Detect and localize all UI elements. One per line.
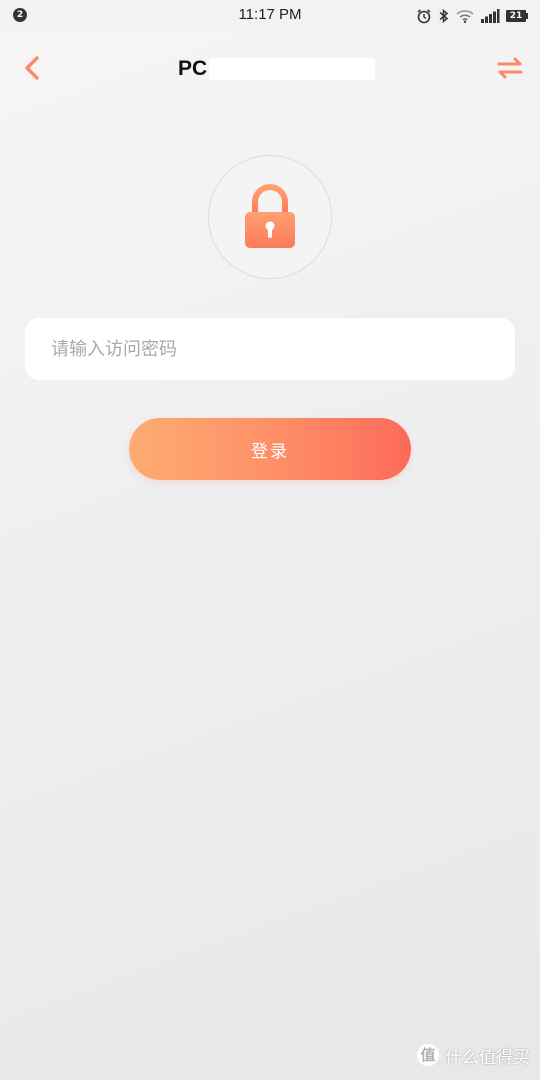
switch-button[interactable] xyxy=(490,50,530,86)
password-input[interactable] xyxy=(25,318,515,380)
alarm-icon xyxy=(417,9,431,24)
bluetooth-icon xyxy=(439,8,449,24)
page-title: PC xyxy=(178,57,208,80)
swap-arrows-icon xyxy=(497,57,523,79)
signal-icon xyxy=(481,9,500,23)
wifi-icon xyxy=(456,10,474,23)
chevron-left-icon xyxy=(25,56,39,80)
lock-icon xyxy=(245,184,295,248)
watermark: 值 什么值得买 xyxy=(417,1042,530,1068)
page-title-wrap: PC xyxy=(178,56,376,82)
watermark-logo: 值 xyxy=(417,1044,439,1066)
status-bar: 2 11:17 PM 21 xyxy=(0,0,540,32)
status-icons: 21 xyxy=(416,6,528,26)
back-button[interactable] xyxy=(14,50,50,86)
lock-circle xyxy=(208,155,332,279)
nav-bar: PC xyxy=(0,40,540,96)
watermark-text: 什么值得买 xyxy=(445,1047,530,1068)
redacted-title-mask xyxy=(209,58,376,80)
login-button[interactable]: 登录 xyxy=(129,418,411,480)
battery-icon: 21 xyxy=(506,10,528,22)
